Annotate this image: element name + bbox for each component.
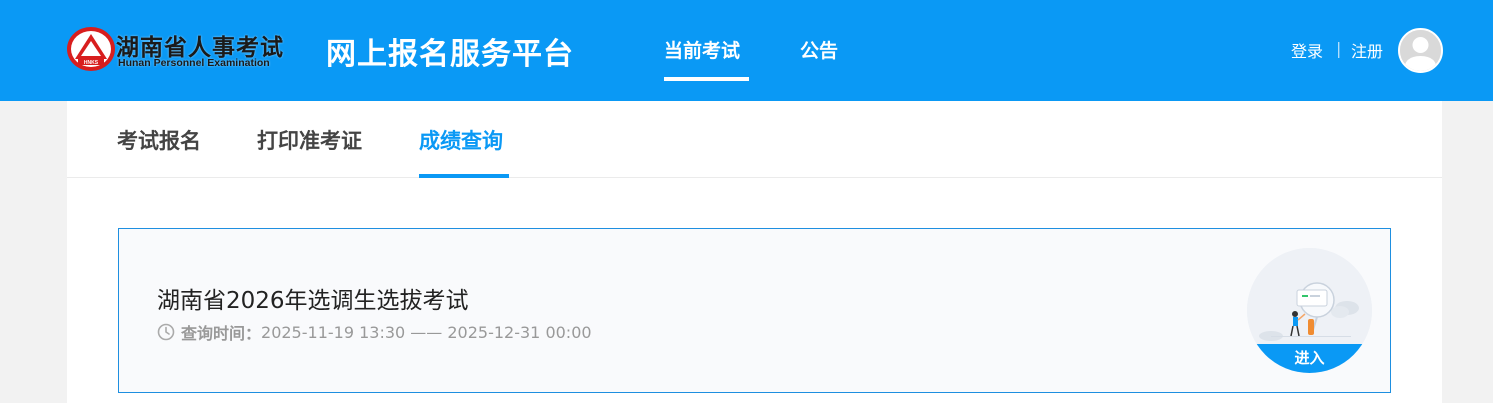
- exam-title: 湖南省2026年选调生选拔考试: [157, 288, 469, 314]
- login-link[interactable]: 登录: [1291, 38, 1323, 62]
- sub-tabs: 考试报名 打印准考证 成绩查询: [67, 101, 1442, 178]
- tab-score-query[interactable]: 成绩查询: [419, 125, 503, 155]
- hunan-personnel-exam-logo[interactable]: HNKS 湖南省人事考试 Hunan Personnel Examination: [66, 24, 306, 76]
- auth-separator: |: [1336, 39, 1342, 58]
- exam-card[interactable]: 湖南省2026年选调生选拔考试 查询时间： 2025-11-19 13:30 —…: [118, 228, 1391, 393]
- query-time-value: 2025-11-19 13:30 —— 2025-12-31 00:00: [261, 322, 592, 342]
- user-avatar-icon: [1400, 30, 1441, 71]
- top-header: HNKS 湖南省人事考试 Hunan Personnel Examination…: [0, 0, 1493, 101]
- tab-exam-registration[interactable]: 考试报名: [117, 125, 201, 155]
- nav-current-exams[interactable]: 当前考试: [664, 36, 740, 63]
- nav-active-underline: [664, 77, 749, 81]
- logo-badge-text: HNKS: [84, 60, 99, 66]
- enter-label: 进入: [1294, 349, 1325, 367]
- nav-announcements[interactable]: 公告: [800, 36, 838, 63]
- user-avatar[interactable]: [1398, 28, 1443, 73]
- tab-print-admission-ticket[interactable]: 打印准考证: [257, 125, 362, 155]
- clock-icon: [157, 323, 175, 341]
- logo-emblem-icon: HNKS: [67, 27, 115, 71]
- exam-query-time: 查询时间： 2025-11-19 13:30 —— 2025-12-31 00:…: [157, 321, 592, 343]
- register-link[interactable]: 注册: [1351, 38, 1383, 62]
- site-title: 网上报名服务平台: [326, 37, 574, 72]
- main-panel: 考试报名 打印准考证 成绩查询 湖南省2026年选调生选拔考试 查询时间： 20…: [67, 101, 1442, 403]
- logo-english-name: Hunan Personnel Examination: [118, 57, 270, 69]
- query-time-label: 查询时间：: [181, 324, 262, 343]
- tab-active-underline: [419, 174, 509, 178]
- enter-button[interactable]: 进入: [1247, 248, 1372, 373]
